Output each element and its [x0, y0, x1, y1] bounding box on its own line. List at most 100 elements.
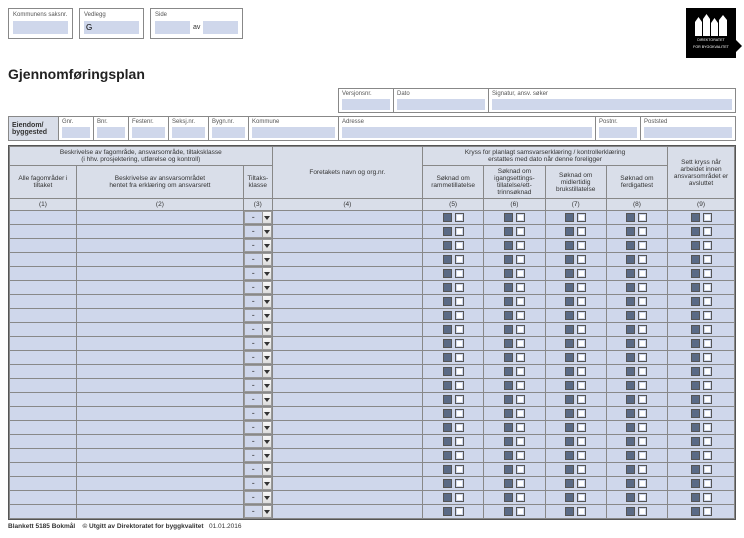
checkbox[interactable]: [703, 339, 712, 348]
cell-ansvar[interactable]: [76, 253, 243, 267]
checkbox[interactable]: [703, 241, 712, 250]
cell-foretak[interactable]: [272, 463, 422, 477]
checkbox[interactable]: [638, 367, 647, 376]
checkbox[interactable]: [703, 381, 712, 390]
checkbox[interactable]: [565, 227, 574, 236]
checkbox[interactable]: [455, 227, 464, 236]
checkbox[interactable]: [577, 325, 586, 334]
cell-ansvar[interactable]: [76, 281, 243, 295]
checkbox[interactable]: [504, 311, 513, 320]
tiltaksklasse-dropdown[interactable]: -: [244, 379, 272, 392]
checkbox[interactable]: [443, 451, 452, 460]
tiltaksklasse-dropdown[interactable]: -: [244, 491, 272, 504]
checkbox[interactable]: [443, 353, 452, 362]
checkbox[interactable]: [577, 367, 586, 376]
checkbox[interactable]: [455, 297, 464, 306]
cell-fagomrade[interactable]: [10, 309, 77, 323]
poststed-input[interactable]: [644, 127, 732, 138]
checkbox[interactable]: [638, 311, 647, 320]
cell-foretak[interactable]: [272, 309, 422, 323]
tiltaksklasse-dropdown[interactable]: -: [244, 337, 272, 350]
checkbox[interactable]: [504, 297, 513, 306]
checkbox[interactable]: [638, 325, 647, 334]
checkbox[interactable]: [504, 395, 513, 404]
cell-ansvar[interactable]: [76, 435, 243, 449]
tiltaksklasse-dropdown[interactable]: -: [244, 505, 272, 518]
checkbox[interactable]: [504, 437, 513, 446]
checkbox[interactable]: [443, 213, 452, 222]
checkbox[interactable]: [638, 409, 647, 418]
checkbox[interactable]: [691, 465, 700, 474]
adresse-input[interactable]: [342, 127, 592, 138]
postnr-input[interactable]: [599, 127, 637, 138]
checkbox[interactable]: [638, 339, 647, 348]
checkbox[interactable]: [638, 507, 647, 516]
checkbox[interactable]: [455, 269, 464, 278]
checkbox[interactable]: [626, 311, 635, 320]
cell-foretak[interactable]: [272, 379, 422, 393]
checkbox[interactable]: [626, 437, 635, 446]
checkbox[interactable]: [577, 465, 586, 474]
checkbox[interactable]: [577, 381, 586, 390]
checkbox[interactable]: [691, 241, 700, 250]
signatur-input[interactable]: [492, 99, 732, 110]
checkbox[interactable]: [455, 311, 464, 320]
checkbox[interactable]: [703, 437, 712, 446]
cell-foretak[interactable]: [272, 477, 422, 491]
cell-fagomrade[interactable]: [10, 477, 77, 491]
cell-foretak[interactable]: [272, 337, 422, 351]
checkbox[interactable]: [504, 227, 513, 236]
checkbox[interactable]: [443, 409, 452, 418]
checkbox[interactable]: [443, 381, 452, 390]
cell-fagomrade[interactable]: [10, 253, 77, 267]
tiltaksklasse-dropdown[interactable]: -: [244, 351, 272, 364]
cell-fagomrade[interactable]: [10, 505, 77, 519]
checkbox[interactable]: [626, 297, 635, 306]
checkbox[interactable]: [691, 493, 700, 502]
versjon-input[interactable]: [342, 99, 390, 110]
checkbox[interactable]: [516, 227, 525, 236]
checkbox[interactable]: [626, 409, 635, 418]
checkbox[interactable]: [638, 255, 647, 264]
checkbox[interactable]: [443, 241, 452, 250]
checkbox[interactable]: [691, 437, 700, 446]
side-total-input[interactable]: [203, 21, 238, 34]
checkbox[interactable]: [504, 451, 513, 460]
checkbox[interactable]: [504, 269, 513, 278]
checkbox[interactable]: [577, 227, 586, 236]
checkbox[interactable]: [577, 409, 586, 418]
checkbox[interactable]: [504, 507, 513, 516]
checkbox[interactable]: [626, 227, 635, 236]
cell-fagomrade[interactable]: [10, 379, 77, 393]
checkbox[interactable]: [626, 367, 635, 376]
checkbox[interactable]: [691, 269, 700, 278]
checkbox[interactable]: [516, 507, 525, 516]
checkbox[interactable]: [691, 367, 700, 376]
checkbox[interactable]: [626, 479, 635, 488]
checkbox[interactable]: [504, 283, 513, 292]
checkbox[interactable]: [455, 353, 464, 362]
checkbox[interactable]: [504, 339, 513, 348]
cell-fagomrade[interactable]: [10, 211, 77, 225]
cell-ansvar[interactable]: [76, 239, 243, 253]
tiltaksklasse-dropdown[interactable]: -: [244, 253, 272, 266]
cell-foretak[interactable]: [272, 449, 422, 463]
checkbox[interactable]: [638, 269, 647, 278]
checkbox[interactable]: [577, 493, 586, 502]
checkbox[interactable]: [443, 325, 452, 334]
checkbox[interactable]: [443, 437, 452, 446]
checkbox[interactable]: [703, 325, 712, 334]
cell-foretak[interactable]: [272, 365, 422, 379]
checkbox[interactable]: [443, 297, 452, 306]
checkbox[interactable]: [504, 241, 513, 250]
checkbox[interactable]: [691, 283, 700, 292]
checkbox[interactable]: [455, 395, 464, 404]
checkbox[interactable]: [443, 395, 452, 404]
cell-fagomrade[interactable]: [10, 351, 77, 365]
checkbox[interactable]: [626, 339, 635, 348]
checkbox[interactable]: [638, 451, 647, 460]
checkbox[interactable]: [565, 269, 574, 278]
checkbox[interactable]: [565, 507, 574, 516]
checkbox[interactable]: [577, 353, 586, 362]
bygnnr-input[interactable]: [212, 127, 245, 138]
